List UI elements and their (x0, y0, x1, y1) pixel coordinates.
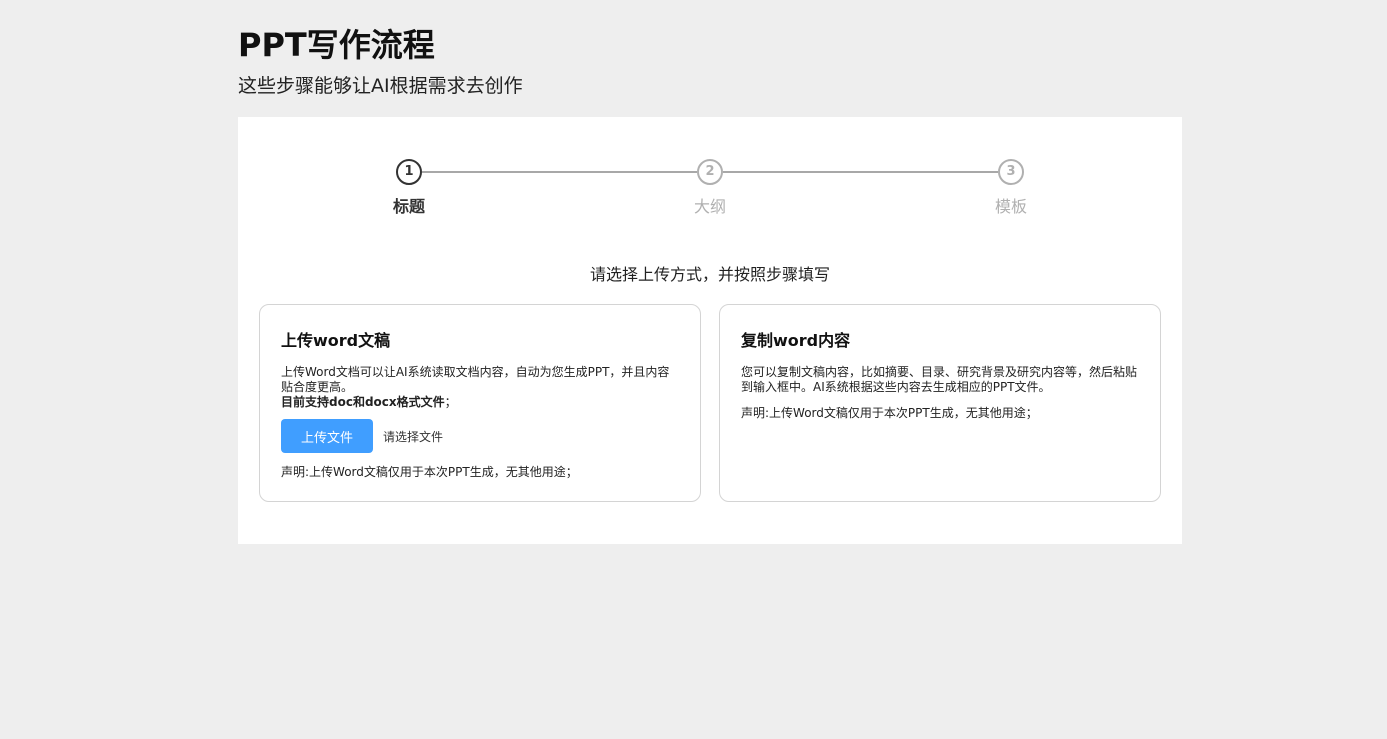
step-2-label[interactable]: 大纲 (670, 193, 750, 217)
step-1-label[interactable]: 标题 (369, 193, 449, 217)
upload-word-description: 上传Word文档可以让AI系统读取文档内容，自动为您生成PPT，并且内容贴合度更… (281, 365, 670, 394)
page-subtitle: 这些步骤能够让AI根据需求去创作 (238, 75, 523, 97)
step-3-label[interactable]: 模板 (971, 193, 1051, 217)
page-title: PPT写作流程 (238, 26, 435, 64)
supported-formats-suffix: ； (444, 395, 457, 409)
step-3-indicator[interactable]: 3 (998, 159, 1024, 185)
paste-word-description: 您可以复制文稿内容，比如摘要、目录、研究背景及研究内容等，然后粘贴到输入框中。A… (741, 365, 1138, 394)
step-connector-2-3 (723, 171, 998, 173)
workflow-card: 1 标题 2 大纲 3 模板 请选择上传方式，并按照步骤填写 上传word文稿 … (238, 117, 1182, 544)
upload-word-title: 上传word文稿 (281, 331, 391, 350)
upload-file-button[interactable]: 上传文件 (281, 419, 373, 453)
stepper: 1 标题 2 大纲 3 模板 (238, 117, 1182, 227)
paste-disclaimer: 声明:上传Word文稿仅用于本次PPT生成，无其他用途； (741, 406, 1038, 420)
upload-row: 上传文件 请选择文件 (281, 419, 679, 453)
step-connector-1-2 (422, 171, 697, 173)
step-1-indicator[interactable]: 1 (396, 159, 422, 185)
upload-word-option[interactable]: 上传word文稿 上传Word文档可以让AI系统读取文档内容，自动为您生成PPT… (259, 304, 701, 502)
supported-formats-text: 目前支持doc和docx格式文件 (281, 395, 445, 409)
paste-word-option[interactable]: 复制word内容 您可以复制文稿内容，比如摘要、目录、研究背景及研究内容等，然后… (719, 304, 1161, 502)
paste-word-title: 复制word内容 (741, 331, 851, 350)
upload-instruction: 请选择上传方式，并按照步骤填写 (589, 265, 830, 284)
file-status-text: 请选择文件 (383, 429, 444, 444)
step-2-indicator[interactable]: 2 (697, 159, 723, 185)
upload-disclaimer: 声明:上传Word文稿仅用于本次PPT生成，无其他用途； (281, 465, 578, 479)
supported-formats-line: 目前支持doc和docx格式文件； (281, 395, 679, 410)
